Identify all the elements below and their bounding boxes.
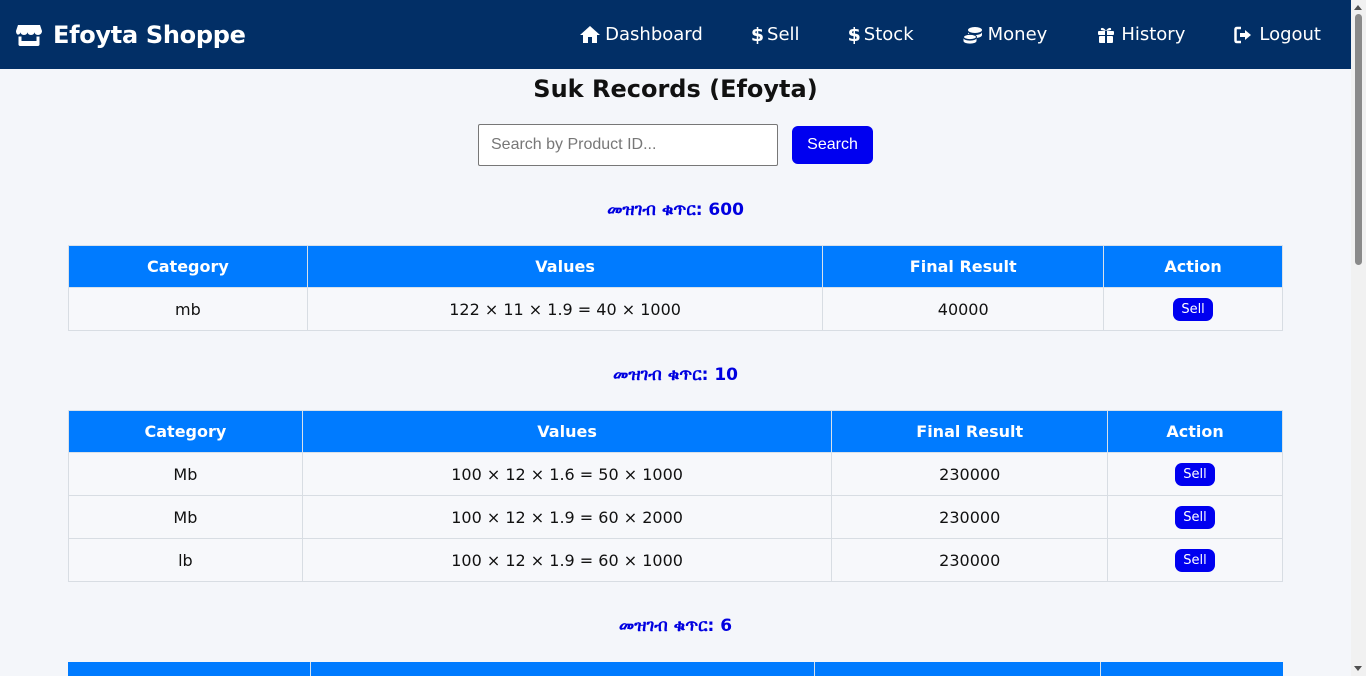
table-row: Mb 100 × 12 × 1.6 = 50 × 1000 230000 Sel…: [68, 452, 1283, 496]
page-title: Suk Records (Efoyta): [533, 75, 818, 103]
cell-category: mb: [68, 287, 308, 331]
cell-category: lb: [68, 538, 303, 582]
page-scrollbar[interactable]: [1351, 0, 1366, 676]
logout-icon: [1233, 25, 1255, 45]
cell-final-result: 230000: [831, 538, 1109, 582]
column-header-action: Action: [1107, 410, 1283, 453]
coins-icon: [962, 25, 984, 45]
cell-final-result: 230000: [831, 495, 1109, 539]
cell-final-result: 230000: [831, 452, 1109, 496]
records-table-header-partial: [68, 662, 1283, 676]
nav-sell-label: Sell: [767, 24, 800, 45]
search-bar: Search: [0, 124, 1351, 166]
store-icon: [16, 24, 42, 46]
column-header-final-result: Final Result: [831, 410, 1109, 453]
records-table: Category Values Final Result Action Mb 1…: [68, 410, 1283, 582]
column-divider: [815, 662, 1101, 676]
nav-history-label: History: [1121, 24, 1186, 45]
group-title: መዝገብ ቁጥር: 600: [607, 200, 744, 220]
table-header-row: Category Values Final Result Action: [68, 410, 1283, 453]
scroll-thumb[interactable]: [1355, 14, 1362, 265]
column-header-final-result: Final Result: [822, 245, 1105, 288]
nav-history[interactable]: History: [1095, 24, 1185, 45]
column-header-category: Category: [68, 245, 308, 288]
nav-links: Dashboard $ Sell $ Stock Money History L…: [531, 0, 1321, 69]
nav-money-label: Money: [987, 24, 1048, 45]
sell-button[interactable]: Sell: [1175, 462, 1215, 486]
column-divider: [311, 662, 815, 676]
nav-stock[interactable]: $ Stock: [848, 24, 914, 46]
cell-category: Mb: [68, 452, 303, 496]
scroll-down-arrow-icon[interactable]: [1354, 666, 1362, 671]
sell-button[interactable]: Sell: [1173, 297, 1213, 321]
cell-action: Sell: [1103, 287, 1283, 331]
nav-dashboard[interactable]: Dashboard: [579, 24, 703, 45]
cell-action: Sell: [1107, 538, 1283, 582]
cell-action: Sell: [1107, 495, 1283, 539]
top-navbar: Efoyta Shoppe Dashboard $ Sell $ Stock M…: [0, 0, 1351, 69]
cell-values: 100 × 12 × 1.6 = 50 × 1000: [301, 452, 833, 496]
table-row: lb 100 × 12 × 1.9 = 60 × 1000 230000 Sel…: [68, 538, 1283, 582]
nav-money[interactable]: Money: [962, 24, 1048, 45]
table-header-row: Category Values Final Result Action: [68, 245, 1283, 288]
cell-final-result: 40000: [822, 287, 1105, 331]
cell-values: 122 × 11 × 1.9 = 40 × 1000: [306, 287, 824, 331]
scroll-up-arrow-icon[interactable]: [1354, 5, 1362, 10]
cell-values: 100 × 12 × 1.9 = 60 × 2000: [301, 495, 833, 539]
records-table: Category Values Final Result Action mb 1…: [68, 245, 1283, 331]
dollar-icon: $: [847, 23, 861, 46]
table-row: Mb 100 × 12 × 1.9 = 60 × 2000 230000 Sel…: [68, 495, 1283, 539]
gift-icon: [1095, 25, 1117, 45]
brand-name: Efoyta Shoppe: [53, 20, 246, 49]
nav-sell[interactable]: $ Sell: [751, 24, 800, 46]
column-header-values: Values: [301, 410, 833, 453]
nav-stock-label: Stock: [863, 24, 914, 45]
sell-button[interactable]: Sell: [1175, 505, 1215, 529]
sell-button[interactable]: Sell: [1175, 548, 1215, 572]
search-button[interactable]: Search: [792, 126, 873, 164]
nav-logout-label: Logout: [1259, 24, 1321, 45]
main-content: Suk Records (Efoyta) Search: [0, 69, 1351, 166]
group-title: መዝገብ ቁጥር: 10: [612, 365, 739, 385]
column-header-action: Action: [1103, 245, 1283, 288]
dollar-icon: $: [750, 23, 765, 46]
search-input[interactable]: [478, 124, 778, 166]
column-header-values: Values: [306, 245, 824, 288]
nav-dashboard-label: Dashboard: [605, 24, 703, 45]
table-row: mb 122 × 11 × 1.9 = 40 × 1000 40000 Sell: [68, 287, 1283, 331]
group-title: መዝገብ ቁጥር: 6: [618, 616, 733, 636]
cell-category: Mb: [68, 495, 303, 539]
brand[interactable]: Efoyta Shoppe: [16, 21, 246, 49]
cell-values: 100 × 12 × 1.9 = 60 × 1000: [301, 538, 833, 582]
home-icon: [579, 25, 601, 45]
column-divider: [68, 662, 311, 676]
cell-action: Sell: [1107, 452, 1283, 496]
column-header-category: Category: [68, 410, 303, 453]
column-divider: [1101, 662, 1283, 676]
nav-logout[interactable]: Logout: [1233, 24, 1321, 45]
